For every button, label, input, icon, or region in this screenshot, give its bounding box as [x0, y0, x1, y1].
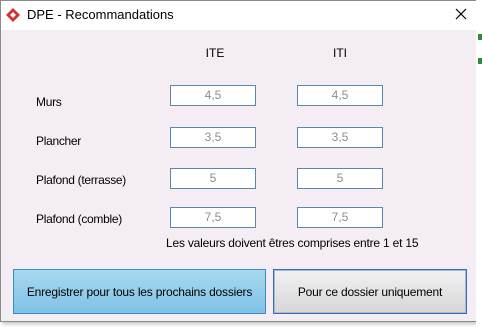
plafond-terrasse-iti-field[interactable]: 5	[297, 168, 383, 189]
close-button[interactable]	[445, 1, 477, 30]
plafond-comble-iti-field[interactable]: 7,5	[297, 207, 383, 228]
close-icon	[455, 7, 467, 25]
row-label-murs: Murs	[36, 95, 62, 109]
murs-iti-field[interactable]: 4,5	[297, 85, 383, 106]
background-marker	[478, 34, 482, 40]
plancher-ite-field[interactable]: 3,5	[170, 127, 256, 148]
row-label-plafond-terrasse: Plafond (terrasse)	[36, 173, 126, 187]
window-title: DPE - Recommandations	[27, 7, 174, 22]
row-label-plafond-comble: Plafond (comble)	[36, 212, 122, 226]
range-hint: Les valeurs doivent êtres comprises entr…	[166, 236, 419, 250]
background-marker	[478, 58, 482, 64]
background-window-edge	[476, 0, 482, 327]
plafond-terrasse-ite-field[interactable]: 5	[170, 168, 256, 189]
row-label-plancher: Plancher	[36, 134, 81, 148]
plafond-comble-ite-field[interactable]: 7,5	[170, 207, 256, 228]
column-header-ite: ITE	[205, 46, 225, 60]
recommendations-dialog: DPE - Recommandations ITE ITI Murs 4,5 4…	[0, 0, 478, 322]
column-header-iti: ITI	[333, 46, 347, 60]
save-all-button[interactable]: Enregistrer pour tous les prochains doss…	[13, 269, 266, 314]
this-dossier-only-button[interactable]: Pour ce dossier uniquement	[273, 269, 467, 314]
plancher-iti-field[interactable]: 3,5	[297, 127, 383, 148]
title-bar: DPE - Recommandations	[1, 1, 477, 30]
red-diamond-icon	[6, 8, 20, 22]
murs-ite-field[interactable]: 4,5	[170, 85, 256, 106]
